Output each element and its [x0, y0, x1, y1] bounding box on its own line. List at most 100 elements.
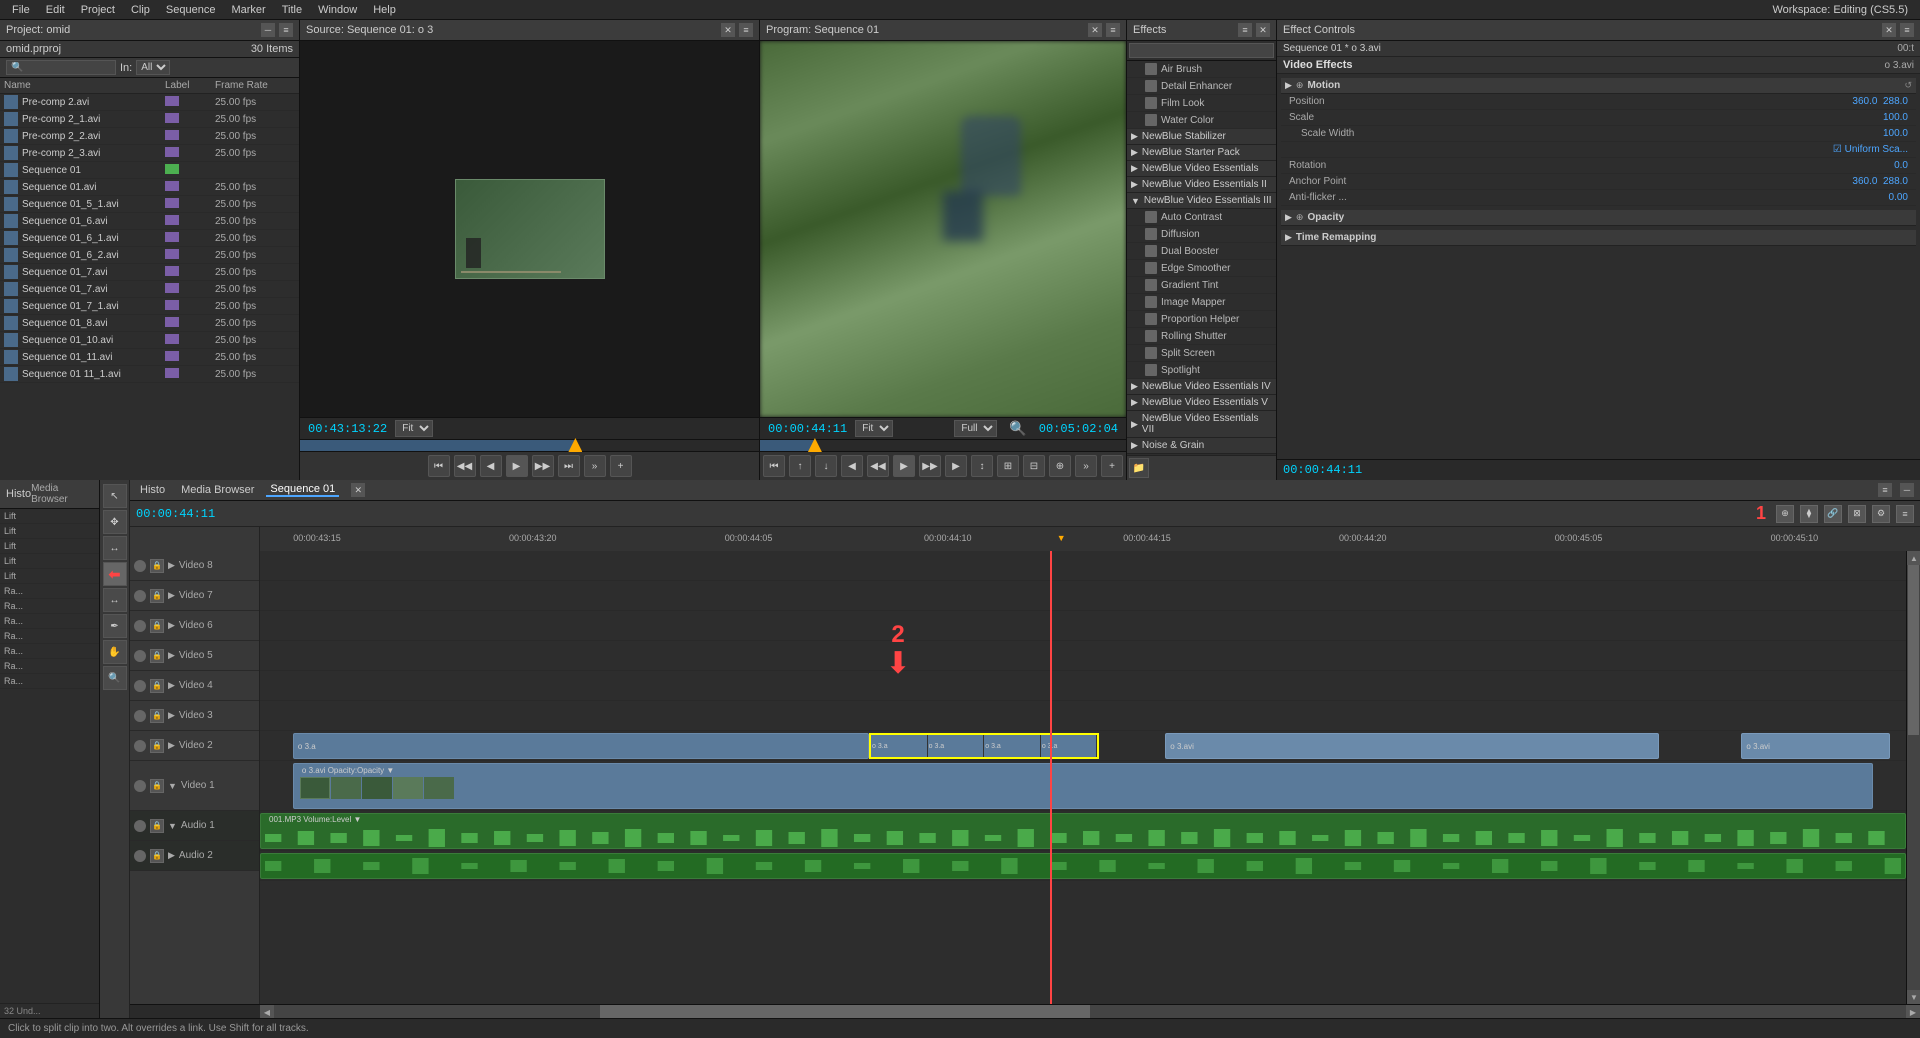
- project-list-item[interactable]: Pre-comp 2_1.avi25.00 fps: [0, 111, 299, 128]
- menu-marker[interactable]: Marker: [223, 4, 273, 16]
- tl-snap[interactable]: ⊠: [1848, 505, 1866, 523]
- source-progress-bar[interactable]: [300, 439, 759, 451]
- track-row-video6[interactable]: [260, 611, 1906, 641]
- program-mark-out[interactable]: ↓: [815, 455, 837, 477]
- track-eye-video1[interactable]: [134, 780, 146, 792]
- ec-uniform-sca-value[interactable]: ☑ Uniform Sca...: [1833, 144, 1908, 155]
- track-row-video2[interactable]: o 3.a o 3.a o 3.a o 3.a o 3.a: [260, 731, 1906, 761]
- effects-item-gradient-tint[interactable]: Gradient Tint: [1127, 277, 1276, 294]
- hscroll-area[interactable]: ◀ ▶: [260, 1005, 1920, 1018]
- ec-anchor-point-value[interactable]: 360.0 288.0: [1852, 176, 1908, 187]
- project-list-item[interactable]: Pre-comp 2.avi25.00 fps: [0, 94, 299, 111]
- track-eye-video2[interactable]: [134, 740, 146, 752]
- menu-sequence[interactable]: Sequence: [158, 4, 224, 16]
- ec-scale-value[interactable]: 100.0: [1883, 112, 1908, 123]
- tool-pen[interactable]: ✒: [103, 614, 127, 638]
- program-fit-select[interactable]: Fit: [855, 420, 893, 437]
- track-lock-video8[interactable]: 🔒: [150, 559, 164, 573]
- program-add[interactable]: +: [1101, 455, 1123, 477]
- ec-rotation-value[interactable]: 0.0: [1894, 160, 1908, 171]
- program-trim[interactable]: ⊕: [1049, 455, 1071, 477]
- effects-item-rolling-shutter[interactable]: Rolling Shutter: [1127, 328, 1276, 345]
- track-eye-video5[interactable]: [134, 650, 146, 662]
- source-fit-select[interactable]: Fit: [395, 420, 433, 437]
- track-lock-audio1[interactable]: 🔒: [150, 819, 164, 833]
- tool-hand[interactable]: ✋: [103, 640, 127, 664]
- clip-video2-far-right[interactable]: o 3.avi: [1741, 733, 1889, 759]
- tool-search[interactable]: 🔍: [103, 666, 127, 690]
- hscroll-right[interactable]: ▶: [1906, 1005, 1920, 1018]
- track-eye-video4[interactable]: [134, 680, 146, 692]
- track-expand-audio1[interactable]: ▼: [168, 821, 177, 831]
- effects-panel-close[interactable]: ✕: [1256, 23, 1270, 37]
- source-go-end[interactable]: ⏭: [558, 455, 580, 477]
- program-rewind[interactable]: ◀◀: [867, 455, 889, 477]
- effects-cat-essentials-v-header[interactable]: ▶ NewBlue Video Essentials V: [1127, 395, 1276, 411]
- hscroll-thumb[interactable]: [600, 1005, 1090, 1018]
- tl-settings[interactable]: ⚙: [1872, 505, 1890, 523]
- program-loop[interactable]: ↕: [971, 455, 993, 477]
- project-list-item[interactable]: Sequence 01_5_1.avi25.00 fps: [0, 196, 299, 213]
- zoom-icon[interactable]: 🔍: [1005, 420, 1030, 437]
- menu-project[interactable]: Project: [73, 4, 123, 16]
- ec-anti-flicker-value[interactable]: 0.00: [1889, 192, 1908, 203]
- timeline-collapse[interactable]: ─: [1900, 483, 1914, 497]
- program-go-start[interactable]: ⏮: [763, 455, 785, 477]
- track-expand-video8[interactable]: ▶: [168, 560, 175, 571]
- histo-tab[interactable]: Histo: [6, 488, 31, 500]
- track-row-video1[interactable]: o 3.avi Opacity:Opacity ▼: [260, 761, 1906, 811]
- program-monitor-menu[interactable]: ≡: [1106, 23, 1120, 37]
- source-rewind[interactable]: ◀: [480, 455, 502, 477]
- clip-audio1-main[interactable]: 001.MP3 Volume:Level ▼: [260, 813, 1906, 849]
- track-eye-audio1[interactable]: [134, 820, 146, 832]
- effects-item-detail-enhancer[interactable]: Detail Enhancer: [1127, 78, 1276, 95]
- track-row-video3[interactable]: 2 ⬇: [260, 701, 1906, 731]
- effects-item-water-color[interactable]: Water Color: [1127, 112, 1276, 129]
- effects-item-air-brush[interactable]: Air Brush: [1127, 61, 1276, 78]
- program-monitor-close[interactable]: ✕: [1088, 23, 1102, 37]
- program-more[interactable]: »: [1075, 455, 1097, 477]
- tool-ripple[interactable]: ✥: [103, 510, 127, 534]
- source-forward[interactable]: ▶▶: [532, 455, 554, 477]
- hscroll-left[interactable]: ◀: [260, 1005, 274, 1018]
- effects-item-split-screen[interactable]: Split Screen: [1127, 345, 1276, 362]
- effects-cat-essentials-iv-header[interactable]: ▶ NewBlue Video Essentials IV: [1127, 379, 1276, 395]
- track-eye-video7[interactable]: [134, 590, 146, 602]
- source-more[interactable]: »: [584, 455, 606, 477]
- project-list-item[interactable]: Pre-comp 2_3.avi25.00 fps: [0, 145, 299, 162]
- track-eye-video6[interactable]: [134, 620, 146, 632]
- vscroll-thumb[interactable]: [1908, 565, 1919, 735]
- ec-opacity-header[interactable]: ▶ ⊕ Opacity: [1281, 210, 1916, 226]
- project-list-item[interactable]: Sequence 01_7.avi25.00 fps: [0, 281, 299, 298]
- media-browser-tab[interactable]: Media Browser: [31, 483, 93, 505]
- source-play[interactable]: ▶: [506, 455, 528, 477]
- tl-expand[interactable]: ≡: [1896, 505, 1914, 523]
- project-list-item[interactable]: Sequence 01_6_1.avi25.00 fps: [0, 230, 299, 247]
- vscroll-up[interactable]: ▲: [1907, 551, 1920, 565]
- ec-scale-width-value[interactable]: 100.0: [1883, 128, 1908, 139]
- effects-cat-noise-grain-header[interactable]: ▶ Noise & Grain: [1127, 438, 1276, 454]
- track-expand-video4[interactable]: ▶: [168, 680, 175, 691]
- track-row-video5[interactable]: [260, 641, 1906, 671]
- effect-controls-menu[interactable]: ≡: [1900, 23, 1914, 37]
- track-lock-video7[interactable]: 🔒: [150, 589, 164, 603]
- effects-folder-btn[interactable]: 📁: [1129, 458, 1149, 478]
- track-expand-video1[interactable]: ▼: [168, 781, 177, 791]
- track-expand-video2[interactable]: ▶: [168, 740, 175, 751]
- source-step-back[interactable]: ◀◀: [454, 455, 476, 477]
- motion-reset-icon[interactable]: ↺: [1904, 80, 1912, 91]
- effects-cat-essentials-header[interactable]: ▶ NewBlue Video Essentials: [1127, 161, 1276, 177]
- menu-window[interactable]: Window: [310, 4, 365, 16]
- track-expand-video5[interactable]: ▶: [168, 650, 175, 661]
- track-expand-video7[interactable]: ▶: [168, 590, 175, 601]
- source-monitor-close[interactable]: ✕: [721, 23, 735, 37]
- clip-video1-main[interactable]: o 3.avi Opacity:Opacity ▼: [293, 763, 1873, 809]
- project-list-item[interactable]: Sequence 01_7_1.avi25.00 fps: [0, 298, 299, 315]
- program-output[interactable]: ⊟: [1023, 455, 1045, 477]
- project-panel-minimize[interactable]: ─: [261, 23, 275, 37]
- effects-item-film-look[interactable]: Film Look: [1127, 95, 1276, 112]
- track-eye-video3[interactable]: [134, 710, 146, 722]
- effects-cat-essentials-ii-header[interactable]: ▶ NewBlue Video Essentials II: [1127, 177, 1276, 193]
- track-row-video7[interactable]: [260, 581, 1906, 611]
- clip-video2-right[interactable]: o 3.avi: [1165, 733, 1659, 759]
